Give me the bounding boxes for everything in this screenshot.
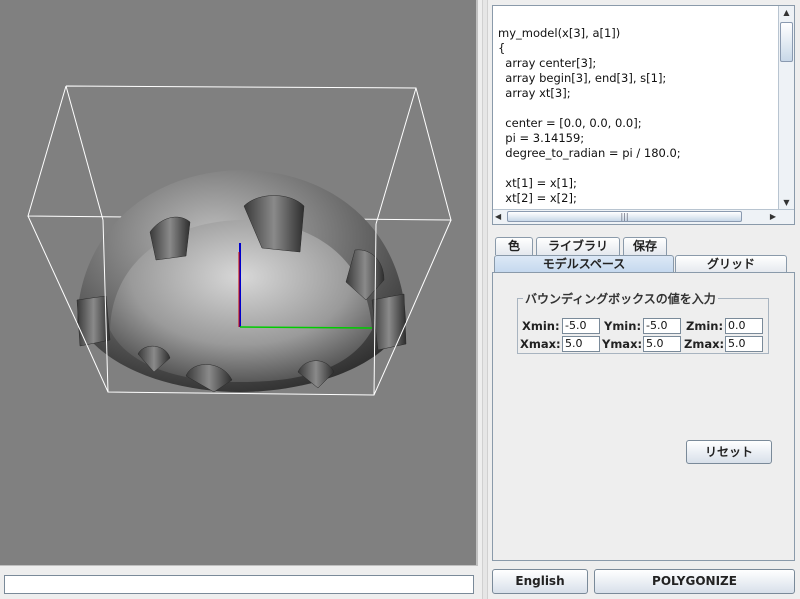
- bounding-box-title: バウンディングボックスの値を入力: [523, 290, 718, 307]
- xmin-label: Xmin:: [522, 319, 560, 333]
- status-input[interactable]: [4, 575, 474, 594]
- model-render: [27, 85, 452, 396]
- code-text[interactable]: my_model(x[3], a[1]) { array center[3]; …: [498, 26, 776, 210]
- zmax-field[interactable]: 5.0: [725, 336, 763, 352]
- xmax-label: Xmax:: [520, 337, 561, 351]
- x-axis: [239, 326, 373, 329]
- model-space-panel: バウンディングボックスの値を入力 Xmin: -5.0 Ymin: -5.0 Z…: [492, 272, 795, 561]
- zmin-label: Zmin:: [686, 319, 724, 333]
- vertical-scroll-thumb[interactable]: [780, 22, 793, 62]
- vertical-scrollbar[interactable]: ▲ ▼: [778, 6, 794, 210]
- tab-color[interactable]: 色: [495, 237, 533, 255]
- xmax-field[interactable]: 5.0: [562, 336, 600, 352]
- scroll-down-icon[interactable]: ▼: [779, 196, 794, 210]
- tab-model-space[interactable]: モデルスペース: [494, 255, 674, 273]
- reset-button[interactable]: リセット: [686, 440, 772, 464]
- horizontal-scroll-thumb[interactable]: |||: [507, 211, 742, 222]
- zmin-field[interactable]: 0.0: [725, 318, 763, 334]
- ymin-field[interactable]: -5.0: [643, 318, 681, 334]
- split-pane-divider[interactable]: [482, 0, 488, 599]
- 3d-viewport[interactable]: [0, 0, 478, 566]
- xmin-field[interactable]: -5.0: [562, 318, 600, 334]
- code-editor[interactable]: my_model(x[3], a[1]) { array center[3]; …: [492, 5, 795, 225]
- tab-save[interactable]: 保存: [623, 237, 667, 255]
- tab-library[interactable]: ライブラリ: [536, 237, 620, 255]
- scroll-left-icon[interactable]: ◀: [495, 210, 501, 223]
- tab-grid[interactable]: グリッド: [675, 255, 787, 273]
- scroll-right-icon[interactable]: ▶: [770, 210, 776, 223]
- polygonize-button[interactable]: POLYGONIZE: [594, 569, 795, 594]
- ymin-label: Ymin:: [604, 319, 642, 333]
- zmax-label: Zmax:: [684, 337, 725, 351]
- bounding-box-group: バウンディングボックスの値を入力 Xmin: -5.0 Ymin: -5.0 Z…: [517, 290, 769, 354]
- language-button[interactable]: English: [492, 569, 588, 594]
- ymax-field[interactable]: 5.0: [643, 336, 681, 352]
- horizontal-scrollbar[interactable]: ◀ ||| ▶: [493, 209, 794, 224]
- ymax-label: Ymax:: [602, 337, 643, 351]
- scroll-up-icon[interactable]: ▲: [779, 6, 794, 20]
